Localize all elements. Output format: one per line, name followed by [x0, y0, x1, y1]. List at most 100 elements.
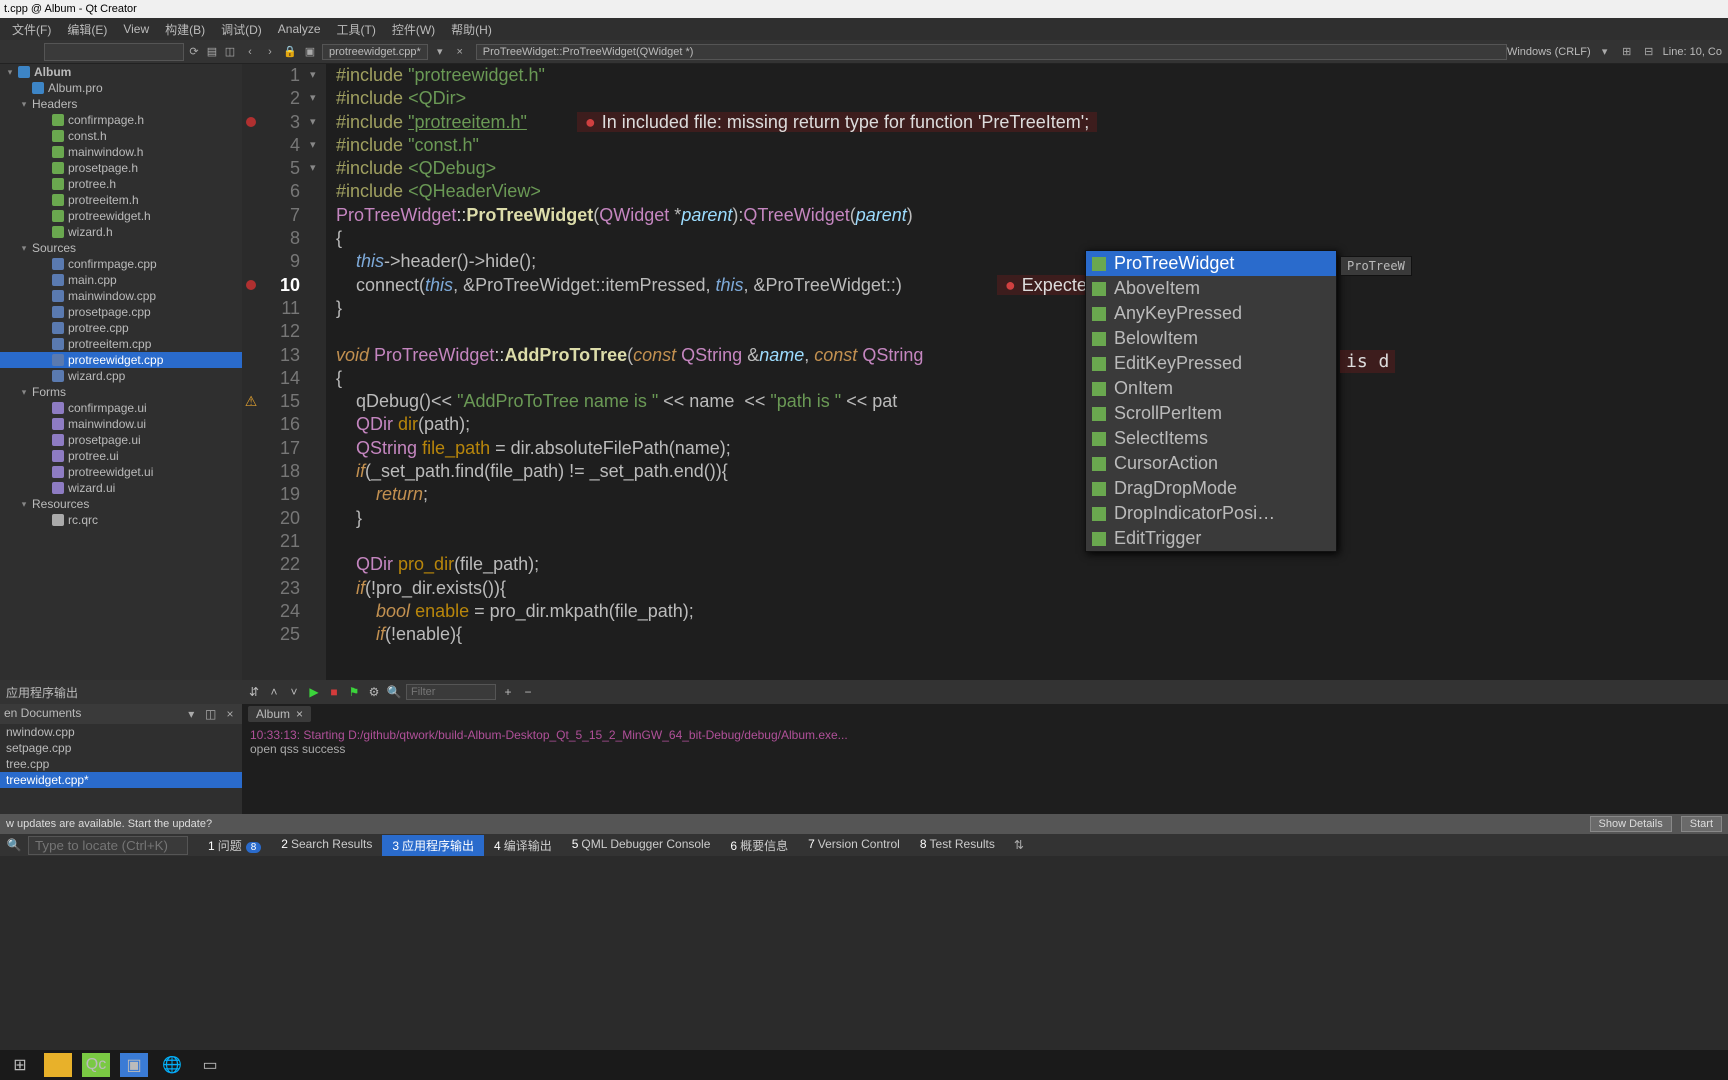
- code-line[interactable]: qDebug()<< "AddProToTree name is " << na…: [336, 390, 1728, 413]
- code-line[interactable]: if(!enable){: [336, 623, 1728, 646]
- lock-icon[interactable]: 🔒: [282, 44, 298, 60]
- autocomplete-item[interactable]: OnItem: [1086, 376, 1336, 401]
- symbol-selector[interactable]: ProTreeWidget::ProTreeWidget(QWidget *): [476, 44, 1507, 60]
- tree-item[interactable]: protreeitem.h: [0, 192, 242, 208]
- code-line[interactable]: void ProTreeWidget::AddProToTree(const Q…: [336, 344, 1728, 367]
- close-icon[interactable]: ×: [296, 707, 303, 721]
- code-line[interactable]: QDir dir(path);: [336, 413, 1728, 436]
- sync-icon[interactable]: ⟳: [186, 44, 202, 60]
- code-line[interactable]: #include <QDir>: [336, 87, 1728, 110]
- menu-item[interactable]: 控件(W): [384, 19, 443, 40]
- project-root[interactable]: ▾Album: [0, 64, 242, 80]
- tree-item[interactable]: prosetpage.ui: [0, 432, 242, 448]
- tree-item[interactable]: protreeitem.cpp: [0, 336, 242, 352]
- code-line[interactable]: connect(this, &ProTreeWidget::itemPresse…: [336, 274, 1728, 297]
- tree-item[interactable]: main.cpp: [0, 272, 242, 288]
- tree-item[interactable]: confirmpage.cpp: [0, 256, 242, 272]
- run-icon[interactable]: ▶: [306, 684, 322, 700]
- tree-item[interactable]: mainwindow.cpp: [0, 288, 242, 304]
- code-editor[interactable]: ⚠ 12345678910111213141516171819202122232…: [242, 64, 1728, 680]
- rerun-icon[interactable]: ⚑: [346, 684, 362, 700]
- code-line[interactable]: #include <QHeaderView>: [336, 180, 1728, 203]
- code-line[interactable]: }: [336, 297, 1728, 320]
- tree-item[interactable]: ▾Headers: [0, 96, 242, 112]
- output-console[interactable]: Album× 10:33:13: Starting D:/github/qtwo…: [242, 704, 1728, 814]
- project-sidebar[interactable]: ▾Album Album.pro▾Headersconfirmpage.hcon…: [0, 64, 242, 680]
- menu-item[interactable]: 构建(B): [157, 19, 213, 40]
- code-line[interactable]: [336, 530, 1728, 553]
- autocomplete-item[interactable]: EditTrigger: [1086, 526, 1336, 551]
- dropdown-icon[interactable]: ▾: [183, 706, 199, 722]
- stop-icon[interactable]: ■: [326, 684, 342, 700]
- up-icon[interactable]: ˄: [266, 684, 282, 700]
- status-tab[interactable]: 4编译输出: [484, 835, 562, 856]
- output-tab-album[interactable]: Album×: [248, 706, 311, 722]
- tree-item[interactable]: protreewidget.cpp: [0, 352, 242, 368]
- tree-item[interactable]: protree.h: [0, 176, 242, 192]
- dropdown-icon[interactable]: ▾: [1597, 44, 1613, 60]
- menu-item[interactable]: 帮助(H): [443, 19, 500, 40]
- tree-item[interactable]: mainwindow.h: [0, 144, 242, 160]
- menu-item[interactable]: 工具(T): [329, 19, 384, 40]
- tree-item[interactable]: prosetpage.cpp: [0, 304, 242, 320]
- code-line[interactable]: {: [336, 227, 1728, 250]
- status-tab[interactable]: 3应用程序输出: [382, 835, 484, 856]
- autocomplete-item[interactable]: DropIndicatorPosi…: [1086, 501, 1336, 526]
- warning-icon[interactable]: ⚠: [245, 393, 258, 410]
- chrome-icon[interactable]: 🌐: [158, 1053, 186, 1077]
- autocomplete-item[interactable]: ScrollPerItem: [1086, 401, 1336, 426]
- code-line[interactable]: #include "const.h": [336, 134, 1728, 157]
- split-h-icon[interactable]: ⊞: [1619, 44, 1635, 60]
- code-line[interactable]: bool enable = pro_dir.mkpath(file_path);: [336, 600, 1728, 623]
- autocomplete-item[interactable]: AboveItem: [1086, 276, 1336, 301]
- code-line[interactable]: QString file_path = dir.absoluteFilePath…: [336, 437, 1728, 460]
- task-view-icon[interactable]: ⊞: [6, 1053, 34, 1077]
- autocomplete-item[interactable]: DragDropMode: [1086, 476, 1336, 501]
- open-doc-item[interactable]: treewidget.cpp*: [0, 772, 242, 788]
- tree-item[interactable]: mainwindow.ui: [0, 416, 242, 432]
- code-line[interactable]: this->header()->hide();: [336, 250, 1728, 273]
- code-line[interactable]: #include <QDebug>: [336, 157, 1728, 180]
- status-tab[interactable]: 6概要信息: [720, 835, 798, 856]
- status-tab[interactable]: 1问题8: [198, 835, 271, 856]
- fold-toggle[interactable]: ▾: [310, 111, 326, 134]
- menu-item[interactable]: 文件(F): [4, 19, 59, 40]
- menu-item[interactable]: View: [115, 20, 157, 38]
- fold-toggle[interactable]: ▾: [310, 157, 326, 180]
- code-line[interactable]: {: [336, 367, 1728, 390]
- start-update-button[interactable]: Start: [1681, 816, 1722, 832]
- autocomplete-item[interactable]: CursorAction: [1086, 451, 1336, 476]
- show-details-button[interactable]: Show Details: [1590, 816, 1672, 832]
- more-icon[interactable]: ⇅: [1011, 837, 1027, 853]
- tree-item[interactable]: ▾Sources: [0, 240, 242, 256]
- tree-item[interactable]: wizard.cpp: [0, 368, 242, 384]
- tree-item[interactable]: ▾Forms: [0, 384, 242, 400]
- qtcreator-icon[interactable]: Qc: [82, 1053, 110, 1077]
- remove-icon[interactable]: −: [520, 684, 536, 700]
- tree-item[interactable]: rc.qrc: [0, 512, 242, 528]
- fold-toggle[interactable]: ▾: [310, 87, 326, 110]
- breakpoint-icon[interactable]: [246, 117, 256, 127]
- menu-item[interactable]: 编辑(E): [59, 19, 115, 40]
- tree-item[interactable]: wizard.h: [0, 224, 242, 240]
- status-tab[interactable]: 7Version Control: [798, 835, 910, 856]
- fold-toggle[interactable]: ▾: [310, 134, 326, 157]
- tree-icon[interactable]: ⇵: [246, 684, 262, 700]
- breakpoint-icon[interactable]: [246, 280, 256, 290]
- tree-item[interactable]: wizard.ui: [0, 480, 242, 496]
- open-doc-item[interactable]: nwindow.cpp: [0, 724, 242, 740]
- status-tab[interactable]: 8Test Results: [910, 835, 1005, 856]
- forward-icon[interactable]: ›: [262, 44, 278, 60]
- code-line[interactable]: [336, 320, 1728, 343]
- autocomplete-item[interactable]: SelectItems: [1086, 426, 1336, 451]
- tree-item[interactable]: confirmpage.h: [0, 112, 242, 128]
- tree-item[interactable]: protree.ui: [0, 448, 242, 464]
- close-icon[interactable]: ×: [222, 706, 238, 722]
- output-filter[interactable]: [406, 684, 496, 700]
- status-tab[interactable]: 5QML Debugger Console: [562, 835, 721, 856]
- tree-item[interactable]: const.h: [0, 128, 242, 144]
- down-icon[interactable]: ˅: [286, 684, 302, 700]
- close-file-icon[interactable]: ×: [452, 44, 468, 60]
- filter-icon[interactable]: ▤: [204, 44, 220, 60]
- add-icon[interactable]: +: [500, 684, 516, 700]
